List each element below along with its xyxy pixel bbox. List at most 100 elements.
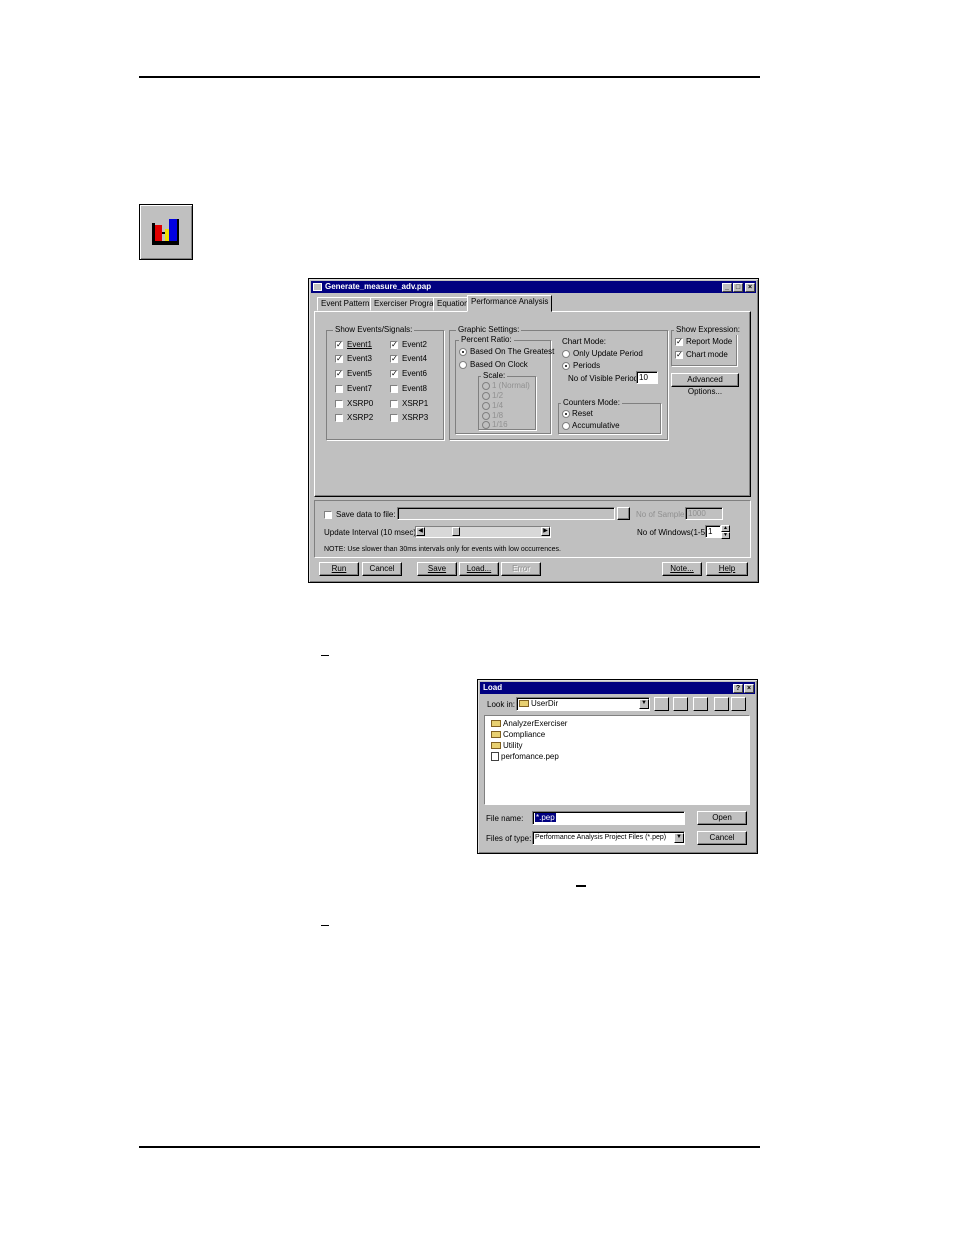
- list-item[interactable]: AnalyzerExerciser: [491, 718, 567, 729]
- windows-up-arrow[interactable]: ▲: [721, 525, 730, 532]
- list-item[interactable]: Compliance: [491, 729, 545, 740]
- event6-label: Event6: [402, 369, 427, 378]
- scale-radio[interactable]: [482, 402, 490, 410]
- underline-mark: [321, 655, 329, 656]
- tab-label: Performance Analysis: [471, 297, 549, 306]
- scale-radio[interactable]: [482, 421, 490, 429]
- windows-down-arrow[interactable]: ▼: [721, 532, 730, 539]
- help-icon[interactable]: ?: [733, 684, 743, 693]
- file-name-input[interactable]: *.pep: [532, 811, 685, 825]
- run-button[interactable]: Run: [319, 562, 359, 576]
- report-mode-label: Report Mode: [686, 337, 733, 346]
- event4-checkbox[interactable]: ✓: [390, 355, 398, 363]
- xsrp3-checkbox[interactable]: [390, 414, 398, 422]
- slider-thumb[interactable]: [452, 527, 460, 536]
- based-clock-radio[interactable]: [459, 361, 467, 369]
- browse-button[interactable]: [617, 507, 630, 520]
- minimize-button[interactable]: _: [722, 283, 732, 292]
- based-clock-label: Based On Clock: [470, 360, 528, 369]
- list-item[interactable]: perfomance.pep: [491, 751, 559, 762]
- scale-radio[interactable]: [482, 382, 490, 390]
- run-settings-panel: Save data to file: No of Samples: 1000 U…: [314, 500, 751, 558]
- percent-ratio-label: Percent Ratio:: [459, 335, 514, 345]
- chevron-down-icon[interactable]: ▼: [674, 833, 684, 843]
- accumulative-label: Accumulative: [572, 421, 620, 430]
- xsrp2-checkbox[interactable]: [335, 414, 343, 422]
- slider-right-arrow[interactable]: ▶: [541, 527, 550, 536]
- update-interval-slider[interactable]: ◀ ▶: [415, 526, 551, 538]
- slider-left-arrow[interactable]: ◀: [416, 527, 425, 536]
- new-folder-icon[interactable]: [693, 697, 708, 711]
- update-interval-label: Update Interval (10 msec):: [324, 528, 419, 537]
- chart-mode-label: Chart Mode:: [562, 337, 607, 346]
- cancel-button[interactable]: Cancel: [362, 562, 402, 576]
- visible-periods-input[interactable]: 10: [636, 371, 658, 384]
- windows-label: No of Windows(1-5) :: [637, 528, 713, 537]
- tab-label: Equation: [437, 299, 469, 308]
- event3-checkbox[interactable]: ✓: [335, 355, 343, 363]
- report-mode-checkbox[interactable]: ✓: [675, 338, 683, 346]
- accumulative-radio[interactable]: [562, 422, 570, 430]
- event2-checkbox[interactable]: ✓: [390, 341, 398, 349]
- scale-option-label: 1/16: [492, 420, 508, 429]
- save-file-path-input[interactable]: [397, 507, 615, 520]
- reset-radio[interactable]: [562, 410, 570, 418]
- xsrp1-label: XSRP1: [402, 399, 429, 408]
- based-greatest-radio[interactable]: [459, 348, 467, 356]
- percent-ratio-group: Percent Ratio: Based On The Greatest Bas…: [455, 335, 554, 434]
- close-icon[interactable]: ×: [744, 684, 754, 693]
- look-in-label: Look in:: [487, 700, 516, 709]
- bar-chart-icon: [152, 219, 179, 245]
- performance-analysis-toolbar-icon[interactable]: [139, 204, 193, 260]
- tab-performance-analysis[interactable]: Performance Analysis: [467, 295, 553, 312]
- save-button[interactable]: Save: [417, 562, 457, 576]
- event1-checkbox[interactable]: ✓: [335, 341, 343, 349]
- save-data-checkbox[interactable]: [324, 511, 332, 519]
- event8-checkbox[interactable]: [390, 385, 398, 393]
- up-folder-icon[interactable]: [654, 697, 669, 711]
- error-button[interactable]: Error: [501, 562, 541, 576]
- note-button[interactable]: Note...: [662, 562, 702, 576]
- file-list[interactable]: AnalyzerExerciser Compliance Utility per…: [484, 715, 750, 805]
- load-cancel-button[interactable]: Cancel: [697, 831, 747, 845]
- event7-checkbox[interactable]: [335, 385, 343, 393]
- load-button-label: Load...: [466, 564, 492, 573]
- chevron-down-icon[interactable]: ▼: [639, 699, 649, 709]
- folder-icon: [519, 700, 529, 708]
- save-button-label: Save: [427, 564, 447, 573]
- open-button[interactable]: Open: [697, 811, 747, 825]
- samples-input[interactable]: 1000: [685, 507, 723, 520]
- files-of-type-select[interactable]: Performance Analysis Project Files (*.pe…: [532, 831, 685, 845]
- xsrp0-label: XSRP0: [347, 399, 374, 408]
- close-button[interactable]: ×: [745, 283, 755, 292]
- only-update-radio[interactable]: [562, 350, 570, 358]
- maximize-button[interactable]: □: [733, 283, 743, 292]
- scale-radio[interactable]: [482, 412, 490, 420]
- list-item[interactable]: Utility: [491, 740, 523, 751]
- event5-checkbox[interactable]: ✓: [335, 370, 343, 378]
- chart-mode-checkbox[interactable]: ✓: [675, 351, 683, 359]
- list-view-icon[interactable]: [714, 697, 729, 711]
- footer-rule: [139, 1146, 760, 1148]
- tab-event-patterns[interactable]: Event Patterns: [317, 297, 378, 311]
- xsrp0-checkbox[interactable]: [335, 400, 343, 408]
- periods-radio[interactable]: [562, 362, 570, 370]
- samples-label: No of Samples:: [636, 510, 691, 519]
- windows-input[interactable]: 1: [705, 525, 721, 538]
- xsrp1-checkbox[interactable]: [390, 400, 398, 408]
- event6-checkbox[interactable]: ✓: [390, 370, 398, 378]
- details-view-icon[interactable]: [731, 697, 746, 711]
- list-item-label: Compliance: [503, 730, 546, 739]
- periods-label: Periods: [573, 361, 601, 370]
- event2-label: Event2: [402, 340, 427, 349]
- scale-radio[interactable]: [482, 392, 490, 400]
- help-button[interactable]: Help: [706, 562, 748, 576]
- load-button[interactable]: Load...: [459, 562, 499, 576]
- advanced-options-button[interactable]: Advanced Options...: [671, 373, 739, 396]
- show-events-group: Show Events/Signals: ✓ Event1 ✓ Event2 ✓ Ev…: [326, 325, 444, 440]
- window-title: Generate_measure_adv.pap: [325, 282, 432, 291]
- only-update-label: Only Update Period: [573, 349, 643, 358]
- desktop-icon[interactable]: [673, 697, 688, 711]
- look-in-select[interactable]: UserDir ▼: [516, 697, 650, 711]
- note-text: NOTE: Use slower than 30ms intervals onl…: [324, 546, 561, 553]
